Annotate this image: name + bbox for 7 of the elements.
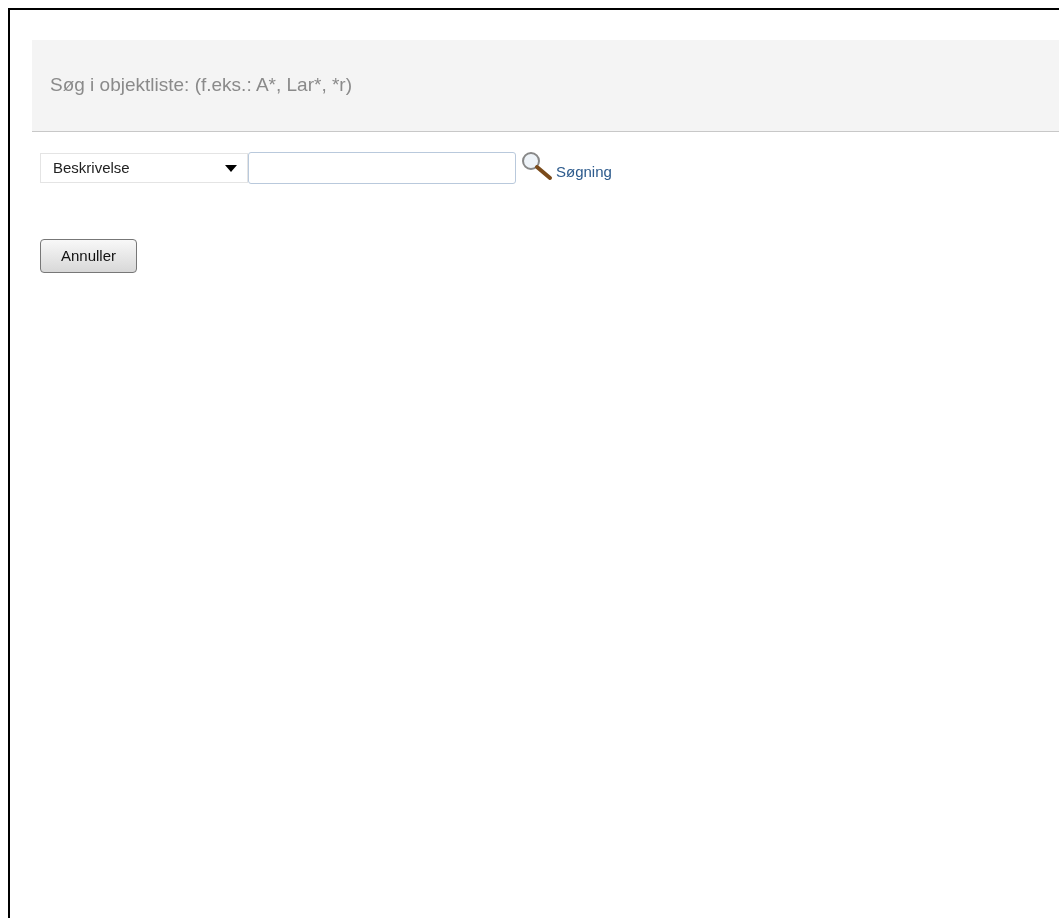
search-field[interactable] bbox=[248, 152, 516, 184]
cancel-button[interactable]: Annuller bbox=[40, 239, 138, 273]
search-link[interactable]: Søgning bbox=[556, 160, 612, 184]
header-title: Søg i objektliste: (f.eks.: A*, Lar*, *r) bbox=[50, 73, 352, 98]
search-icon[interactable] bbox=[520, 150, 554, 182]
field-select[interactable]: Beskrivelse bbox=[40, 153, 248, 183]
caret-icon bbox=[225, 164, 237, 172]
